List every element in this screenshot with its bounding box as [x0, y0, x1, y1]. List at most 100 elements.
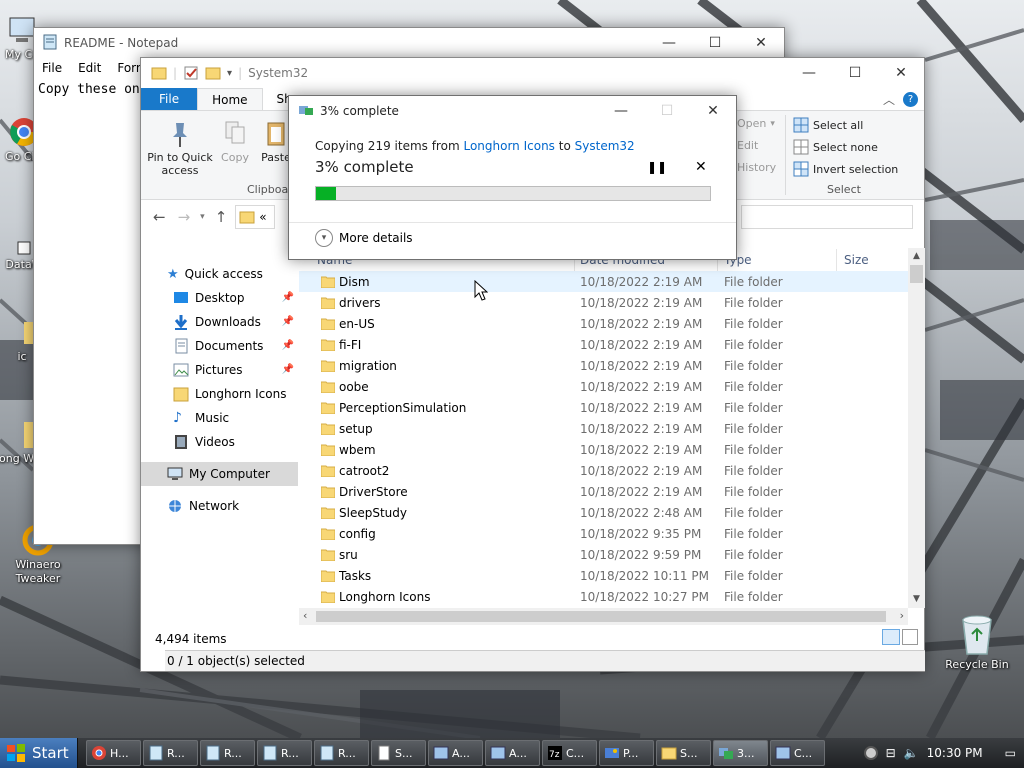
maximize-button[interactable]: ☐ — [692, 28, 738, 58]
table-row[interactable]: sru 10/18/2022 9:59 PM File folder — [299, 544, 925, 565]
more-details-button[interactable]: ▾ More details — [315, 229, 413, 247]
pin-icon[interactable]: 📌 — [282, 316, 294, 327]
vertical-scrollbar[interactable]: ▲ ▼ — [908, 248, 925, 608]
tray-circle-icon[interactable] — [863, 746, 878, 760]
table-row[interactable]: en-US 10/18/2022 2:19 AM File folder — [299, 313, 925, 334]
tab-home[interactable]: Home — [197, 88, 263, 110]
source-link[interactable]: Longhorn Icons — [463, 139, 554, 153]
select-none-button[interactable]: Select none — [793, 139, 878, 155]
scroll-thumb[interactable] — [910, 265, 923, 283]
back-button[interactable]: ← — [153, 208, 166, 226]
table-row[interactable]: DriverStore 10/18/2022 2:19 AM File folder — [299, 481, 925, 502]
taskbar-button-6[interactable]: A... — [428, 740, 483, 766]
notepad-titlebar[interactable]: README - Notepad — ☐ ✕ — [34, 28, 784, 58]
taskbar-button-10[interactable]: S... — [656, 740, 711, 766]
close-button[interactable]: ✕ — [738, 28, 784, 58]
taskbar-button-11[interactable]: 3... — [713, 740, 768, 766]
close-button[interactable]: ✕ — [690, 96, 736, 126]
edit-button[interactable]: Edit — [737, 139, 758, 152]
network-icon[interactable]: ⊟ — [886, 746, 896, 760]
taskbar-button-1[interactable]: R... — [143, 740, 198, 766]
nav-downloads[interactable]: Downloads 📌 — [141, 310, 298, 334]
clock[interactable]: 10:30 PM — [927, 746, 983, 760]
nav-videos[interactable]: Videos — [141, 430, 298, 454]
destination-link[interactable]: System32 — [575, 139, 635, 153]
cancel-copy-button[interactable]: ✕ — [695, 159, 707, 175]
table-row[interactable]: catroot2 10/18/2022 2:19 AM File folder — [299, 460, 925, 481]
taskbar-button-5[interactable]: S... — [371, 740, 426, 766]
scroll-left-arrow[interactable]: ‹ — [303, 609, 307, 622]
details-view-icon[interactable] — [882, 629, 900, 645]
scroll-up-arrow[interactable]: ▲ — [908, 248, 925, 265]
scroll-right-arrow[interactable]: › — [900, 609, 904, 622]
up-button[interactable]: ↑ — [215, 208, 228, 226]
table-row[interactable]: config 10/18/2022 9:35 PM File folder — [299, 523, 925, 544]
taskbar-button-9[interactable]: P... — [599, 740, 654, 766]
taskbar-button-0[interactable]: H... — [86, 740, 141, 766]
menu-file[interactable]: File — [34, 61, 70, 75]
nav-quick-access[interactable]: ★ Quick access — [141, 262, 298, 286]
table-row[interactable]: migration 10/18/2022 2:19 AM File folder — [299, 355, 925, 376]
pin-to-quick-access-button[interactable]: Pin to Quick access — [147, 119, 213, 177]
pin-icon[interactable]: 📌 — [282, 292, 294, 303]
select-all-button[interactable]: Select all — [793, 117, 863, 133]
properties-icon[interactable] — [183, 65, 199, 81]
taskbar-button-12[interactable]: C... — [770, 740, 825, 766]
pin-icon[interactable]: 📌 — [282, 340, 294, 351]
notifications-icon[interactable]: ▭ — [1005, 746, 1016, 760]
explorer-titlebar[interactable]: | ▾ | System32 — ☐ ✕ — [141, 58, 924, 88]
collapse-ribbon-icon[interactable]: ︿ — [883, 91, 895, 108]
start-button[interactable]: Start — [0, 738, 78, 768]
recent-locations-button[interactable]: ▾ — [200, 212, 205, 222]
volume-icon[interactable]: 🔈 — [904, 746, 919, 760]
table-row[interactable]: Longhorn Icons 10/18/2022 10:27 PM File fo… — [299, 586, 925, 607]
copy-button[interactable]: Copy — [217, 119, 253, 164]
invert-selection-button[interactable]: Invert selection — [793, 161, 898, 177]
table-row[interactable]: fi-FI 10/18/2022 2:19 AM File folder — [299, 334, 925, 355]
copy-dialog-titlebar[interactable]: 3% complete — ☐ ✕ — [289, 96, 736, 126]
table-row[interactable]: PerceptionSimulation 10/18/2022 2:19 AM Fi… — [299, 397, 925, 418]
pause-button[interactable]: ❚❚ — [647, 160, 667, 174]
taskbar-button-3[interactable]: R... — [257, 740, 312, 766]
nav-documents[interactable]: Documents 📌 — [141, 334, 298, 358]
table-row[interactable]: oobe 10/18/2022 2:19 AM File folder — [299, 376, 925, 397]
desktop-icon-recycle-bin[interactable]: Recycle Bin — [942, 612, 1012, 672]
table-row[interactable]: setup 10/18/2022 2:19 AM File folder — [299, 418, 925, 439]
taskbar-button-2[interactable]: R... — [200, 740, 255, 766]
tab-file[interactable]: File — [141, 88, 198, 110]
customize-toolbar-icon[interactable]: ▾ — [227, 68, 232, 79]
close-button[interactable]: ✕ — [878, 58, 924, 88]
nav-music[interactable]: ♪ Music — [141, 406, 298, 430]
scroll-down-arrow[interactable]: ▼ — [908, 591, 925, 608]
table-row[interactable]: drivers 10/18/2022 2:19 AM File folder — [299, 292, 925, 313]
forward-button[interactable]: → — [178, 208, 191, 226]
address-bar[interactable]: « — [235, 205, 276, 229]
table-row[interactable]: SleepStudy 10/18/2022 2:48 AM File folder — [299, 502, 925, 523]
help-icon[interactable]: ? — [903, 91, 918, 107]
open-button[interactable]: Open ▾ — [737, 117, 775, 130]
minimize-button[interactable]: — — [786, 58, 832, 88]
taskbar-button-7[interactable]: A... — [485, 740, 540, 766]
column-size[interactable]: Size — [844, 253, 869, 267]
table-row[interactable]: Dism 10/18/2022 2:19 AM File folder — [299, 271, 925, 292]
pin-icon[interactable]: 📌 — [282, 364, 294, 375]
nav-my-computer[interactable]: My Computer — [141, 462, 298, 486]
large-icons-view-icon[interactable] — [902, 629, 918, 645]
taskbar-button-8[interactable]: 7z C... — [542, 740, 597, 766]
maximize-button[interactable]: ☐ — [832, 58, 878, 88]
taskbar-button-4[interactable]: R... — [314, 740, 369, 766]
minimize-button[interactable]: — — [646, 28, 692, 58]
horizontal-scrollbar[interactable]: ‹ › — [299, 608, 908, 625]
history-button[interactable]: History — [737, 161, 776, 174]
menu-edit[interactable]: Edit — [70, 61, 109, 75]
minimize-button[interactable]: — — [598, 96, 644, 126]
search-box[interactable] — [741, 205, 913, 229]
nav-network[interactable]: Network — [141, 494, 298, 518]
nav-longhorn-icons[interactable]: Longhorn Icons — [141, 382, 298, 406]
horizontal-scroll-thumb[interactable] — [316, 611, 886, 622]
nav-desktop[interactable]: Desktop 📌 — [141, 286, 298, 310]
table-row[interactable]: wbem 10/18/2022 2:19 AM File folder — [299, 439, 925, 460]
nav-pictures[interactable]: Pictures 📌 — [141, 358, 298, 382]
table-row[interactable]: Tasks 10/18/2022 10:11 PM File folder — [299, 565, 925, 586]
new-folder-icon[interactable] — [205, 65, 221, 81]
